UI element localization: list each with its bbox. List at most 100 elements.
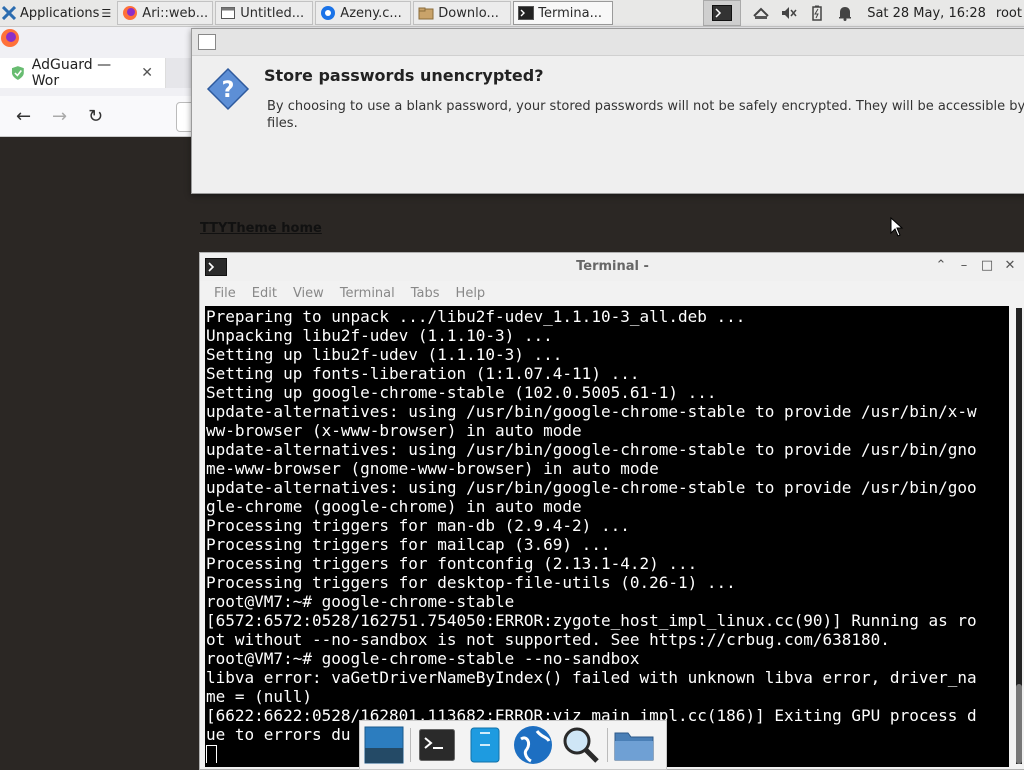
notification-bell-icon[interactable]	[836, 4, 854, 22]
store-passwords-dialog: ? Store passwords unencrypted? By choosi…	[191, 28, 1024, 194]
menu-help[interactable]: Help	[456, 286, 486, 301]
browser-tab-adguard[interactable]: AdGuard — Wor ✕	[0, 57, 166, 89]
terminal-line: ww-browser (x-www-browser) in auto mode	[206, 421, 582, 440]
terminal-line: Processing triggers for mailcap (3.69) .…	[206, 535, 611, 554]
menu-grip-icon: ☰	[101, 6, 112, 20]
terminal-line: me = (null)	[206, 687, 312, 706]
battery-icon[interactable]	[808, 4, 826, 22]
dialog-message: By choosing to use a blank password, you…	[267, 99, 1024, 131]
xfce-logo-icon	[2, 6, 16, 20]
menu-edit[interactable]: Edit	[252, 286, 277, 301]
terminal-line: libva error: vaGetDriverNameByIndex() fa…	[206, 668, 977, 687]
adguard-shield-icon	[11, 66, 24, 80]
task-label: Termina...	[538, 5, 603, 21]
terminal-line: Preparing to unpack .../libu2f-udev_1.1.…	[206, 307, 746, 326]
volume-muted-icon[interactable]	[780, 4, 798, 22]
terminal-line: me-www-browser (gnome-www-browser) in au…	[206, 459, 659, 478]
window-icon	[221, 7, 236, 19]
web-browser-launcher[interactable]	[511, 723, 555, 767]
terminal-launcher-button[interactable]	[703, 0, 742, 26]
terminal-line: ot without --no-sandbox is not supported…	[206, 630, 890, 649]
file-manager-launcher[interactable]	[463, 723, 507, 767]
terminal-icon	[518, 6, 535, 20]
terminal-icon	[419, 729, 455, 761]
firefox-icon[interactable]	[0, 28, 20, 48]
roll-up-icon[interactable]: ⌃	[933, 258, 949, 273]
menu-file[interactable]: File	[214, 286, 236, 301]
terminal-line: Unpacking libu2f-udev (1.1.10-3) ...	[206, 326, 553, 345]
task-label: Azeny.c...	[340, 5, 402, 21]
terminal-line: Setting up libu2f-udev (1.1.10-3) ...	[206, 345, 563, 364]
close-tab-icon[interactable]: ✕	[141, 65, 153, 81]
dialog-heading: Store passwords unencrypted?	[264, 66, 544, 85]
terminal-line: gle-chrome (google-chrome) in auto mode	[206, 497, 582, 516]
folder-icon	[418, 7, 434, 20]
browser-tab-title: AdGuard — Wor	[31, 57, 112, 89]
show-desktop-icon	[364, 726, 404, 764]
terminal-scrollbar[interactable]	[1016, 308, 1022, 764]
terminal-title: Terminal -	[576, 259, 649, 274]
show-desktop-button[interactable]	[362, 723, 406, 767]
top-panel: Applications ☰ Ari::web... Untitled... A…	[0, 0, 1024, 27]
close-icon[interactable]: ✕	[1002, 258, 1018, 273]
system-tray: Sat 28 May, 16:28 root	[703, 0, 1024, 26]
dialog-window-menu-icon[interactable]	[198, 34, 216, 50]
dialog-titlebar	[192, 29, 1024, 56]
terminal-line: Setting up google-chrome-stable (102.0.5…	[206, 383, 717, 402]
terminal-launcher[interactable]	[415, 723, 459, 767]
question-icon: ?	[206, 67, 250, 111]
chromium-icon	[321, 6, 336, 20]
task-azeny[interactable]: Azeny.c...	[315, 1, 412, 25]
terminal-titlebar[interactable]: Terminal - ⌃ – □ ✕	[200, 253, 1024, 281]
dock-separator	[607, 728, 608, 762]
mouse-pointer-icon	[890, 217, 904, 237]
applications-menu[interactable]: Applications ☰	[0, 0, 115, 26]
search-launcher[interactable]	[559, 723, 603, 767]
clock[interactable]: Sat 28 May, 16:28	[867, 6, 986, 21]
search-icon	[563, 727, 599, 763]
minimize-icon[interactable]: –	[956, 258, 972, 273]
terminal-icon	[712, 5, 733, 21]
dock	[359, 720, 667, 770]
terminal-line: Setting up fonts-liberation (1:1.07.4-11…	[206, 364, 640, 383]
task-firefox[interactable]: Ari::web...	[117, 1, 214, 25]
terminal-line: Processing triggers for man-db (2.9.4-2)…	[206, 516, 630, 535]
terminal-line: update-alternatives: using /usr/bin/goog…	[206, 478, 977, 497]
reload-icon[interactable]: ↻	[88, 106, 103, 127]
terminal-line: [6572:6572:0528/162751.754050:ERROR:zygo…	[206, 611, 977, 630]
task-terminal[interactable]: Termina...	[513, 1, 614, 25]
terminal-line: update-alternatives: using /usr/bin/goog…	[206, 402, 977, 421]
task-untitled[interactable]: Untitled...	[215, 1, 314, 25]
terminal-window: Terminal - ⌃ – □ ✕ File Edit View Termin…	[199, 252, 1024, 770]
terminal-menubar: File Edit View Terminal Tabs Help	[200, 281, 1024, 305]
task-label: Downlo...	[438, 5, 499, 21]
svg-text:?: ?	[222, 78, 235, 103]
terminal-line: root@VM7:~# google-chrome-stable	[206, 592, 515, 611]
web-browser-icon	[514, 726, 552, 764]
menu-terminal[interactable]: Terminal	[340, 286, 395, 301]
terminal-line: root@VM7:~# google-chrome-stable --no-sa…	[206, 649, 640, 668]
terminal-line: update-alternatives: using /usr/bin/goog…	[206, 440, 977, 459]
maximize-icon[interactable]: □	[979, 258, 995, 273]
menu-tabs[interactable]: Tabs	[411, 286, 440, 301]
forward-arrow-icon[interactable]: →	[52, 106, 67, 127]
task-label: Ari::web...	[142, 5, 209, 21]
task-downloads[interactable]: Downlo...	[413, 1, 512, 25]
scrollbar-thumb[interactable]	[1016, 684, 1022, 764]
applications-label: Applications	[20, 5, 100, 21]
terminal-line: Processing triggers for fontconfig (2.13…	[206, 554, 698, 573]
network-icon[interactable]	[752, 4, 770, 22]
dock-separator	[410, 728, 411, 762]
user-menu[interactable]: root	[996, 6, 1022, 21]
terminal-output[interactable]: Preparing to unpack .../libu2f-udev_1.1.…	[205, 306, 1009, 767]
file-manager-icon	[470, 727, 500, 763]
folder-launcher[interactable]	[612, 723, 656, 767]
task-label: Untitled...	[240, 5, 305, 21]
back-arrow-icon[interactable]: ←	[16, 106, 31, 127]
firefox-icon	[123, 6, 138, 20]
terminal-line: Processing triggers for desktop-file-uti…	[206, 573, 736, 592]
text-cursor	[206, 745, 217, 763]
ttytheme-home-link[interactable]: TTYTheme home	[200, 221, 322, 236]
folder-icon	[614, 732, 654, 761]
menu-view[interactable]: View	[293, 286, 324, 301]
